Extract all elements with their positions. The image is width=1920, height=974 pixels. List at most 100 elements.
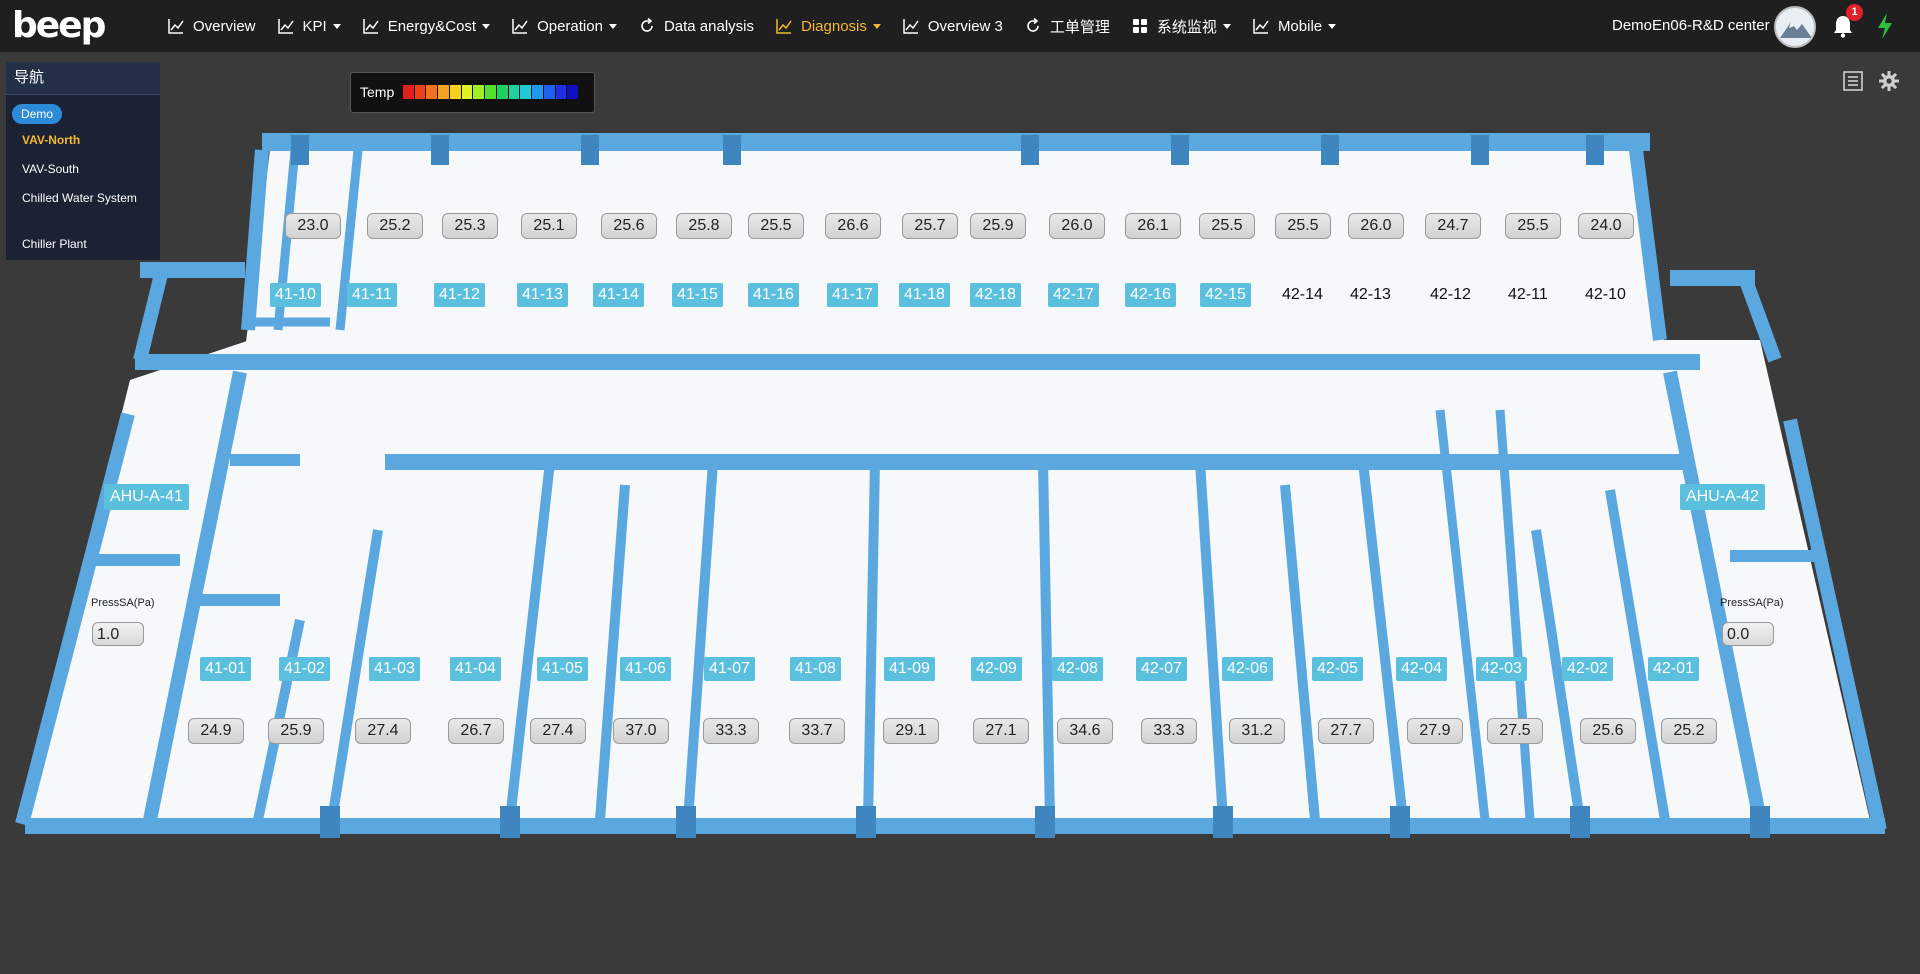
- room-temp-value: 26.7: [448, 718, 504, 744]
- wall-post-n-0: [291, 135, 309, 165]
- legend-label: Temp: [360, 84, 395, 100]
- floor-plan: [15, 133, 1887, 838]
- legend-swatch: [403, 85, 414, 99]
- room-label-42-15[interactable]: 42-15: [1200, 283, 1251, 307]
- wall-post-n-7: [1471, 135, 1489, 165]
- room-label-41-01[interactable]: 41-01: [200, 657, 251, 681]
- room-label-41-10[interactable]: 41-10: [270, 283, 321, 307]
- room-temp-value: 25.2: [367, 213, 423, 239]
- room-temp-value: 24.7: [1425, 213, 1481, 239]
- room-temp-value: 27.7: [1318, 718, 1374, 744]
- wall-post-n-5: [1171, 135, 1189, 165]
- room-label-42-09[interactable]: 42-09: [971, 657, 1022, 681]
- room-label-41-02[interactable]: 41-02: [279, 657, 330, 681]
- legend-swatch: [414, 85, 426, 99]
- room-temp-value: 37.0: [613, 718, 669, 744]
- room-label-42-02[interactable]: 42-02: [1562, 657, 1613, 681]
- room-label-41-18[interactable]: 41-18: [899, 283, 950, 307]
- room-temp-value: 27.5: [1487, 718, 1543, 744]
- room-label-42-03[interactable]: 42-03: [1476, 657, 1527, 681]
- legend-swatch: [543, 85, 555, 99]
- room-label-42-16[interactable]: 42-16: [1125, 283, 1176, 307]
- room-label-42-07[interactable]: 42-07: [1136, 657, 1187, 681]
- wall-post-n-1: [431, 135, 449, 165]
- room-label-41-03[interactable]: 41-03: [369, 657, 420, 681]
- legend-color-scale: [403, 85, 579, 99]
- pressure-label: PressSA(Pa): [1720, 597, 1784, 609]
- room-temp-value: 25.3: [442, 213, 498, 239]
- room-label-42-11[interactable]: 42-11: [1508, 283, 1548, 307]
- room-label-42-14[interactable]: 42-14: [1282, 283, 1323, 307]
- room-label-41-06[interactable]: 41-06: [620, 657, 671, 681]
- wall-post-n-2: [581, 135, 599, 165]
- room-temp-value: 25.5: [1199, 213, 1255, 239]
- room-temp-value: 24.0: [1578, 213, 1634, 239]
- room-label-41-09[interactable]: 41-09: [884, 657, 935, 681]
- legend-swatch: [461, 85, 473, 99]
- room-label-41-13[interactable]: 41-13: [517, 283, 568, 307]
- room-temp-value: 25.8: [676, 213, 732, 239]
- room-label-41-14[interactable]: 41-14: [593, 283, 644, 307]
- wall-post-7: [1570, 806, 1590, 838]
- room-temp-value: 25.9: [970, 213, 1026, 239]
- room-label-42-17[interactable]: 42-17: [1048, 283, 1099, 307]
- wall-post-8: [1750, 806, 1770, 838]
- room-label-41-17[interactable]: 41-17: [827, 283, 878, 307]
- pressure-value: 1.0: [92, 622, 144, 646]
- list-icon[interactable]: [1842, 70, 1864, 92]
- room-temp-value: 25.1: [521, 213, 577, 239]
- wall-post-n-4: [1021, 135, 1039, 165]
- temperature-legend: Temp: [350, 72, 595, 113]
- room-temp-value: 26.6: [825, 213, 881, 239]
- ahu-a-41-label[interactable]: AHU-A-41: [104, 484, 189, 510]
- room-label-42-18[interactable]: 42-18: [970, 283, 1021, 307]
- room-temp-value: 29.1: [883, 718, 939, 744]
- room-temp-value: 25.9: [268, 718, 324, 744]
- room-label-41-16[interactable]: 41-16: [748, 283, 799, 307]
- room-divider-6: [1038, 461, 1055, 821]
- gear-icon[interactable]: [1878, 70, 1900, 92]
- legend-swatch: [555, 85, 567, 99]
- legend-swatch: [473, 85, 485, 99]
- room-label-42-10[interactable]: 42-10: [1585, 283, 1626, 307]
- room-divider-5: [863, 461, 880, 821]
- wall-post-4: [1035, 806, 1055, 838]
- legend-swatch: [532, 85, 543, 99]
- legend-swatch: [496, 85, 508, 99]
- room-temp-value: 25.6: [1580, 718, 1636, 744]
- room-label-41-05[interactable]: 41-05: [537, 657, 588, 681]
- wall-post-1: [500, 806, 520, 838]
- room-label-41-08[interactable]: 41-08: [790, 657, 841, 681]
- room-label-42-06[interactable]: 42-06: [1222, 657, 1273, 681]
- room-temp-value: 33.7: [789, 718, 845, 744]
- legend-swatch: [567, 85, 579, 99]
- room-label-42-01[interactable]: 42-01: [1648, 657, 1699, 681]
- room-label-42-12[interactable]: 42-12: [1430, 283, 1471, 307]
- legend-swatch: [426, 85, 438, 99]
- room-label-41-04[interactable]: 41-04: [450, 657, 501, 681]
- room-label-41-12[interactable]: 41-12: [434, 283, 485, 307]
- north-wing-floor: [245, 150, 1665, 350]
- pressure-label: PressSA(Pa): [91, 597, 155, 609]
- room-label-41-15[interactable]: 41-15: [672, 283, 723, 307]
- room-label-41-11[interactable]: 41-11: [347, 283, 397, 307]
- room-label-42-13[interactable]: 42-13: [1350, 283, 1391, 307]
- wall-post-0: [320, 806, 340, 838]
- wall-post-n-8: [1586, 135, 1604, 165]
- room-temp-value: 24.9: [188, 718, 244, 744]
- ahu-a-42-label[interactable]: AHU-A-42: [1680, 484, 1765, 510]
- room-temp-value: 25.6: [601, 213, 657, 239]
- room-temp-value: 34.6: [1057, 718, 1113, 744]
- legend-swatch: [438, 85, 449, 99]
- room-label-42-08[interactable]: 42-08: [1052, 657, 1103, 681]
- room-temp-value: 25.7: [902, 213, 958, 239]
- legend-swatch: [508, 85, 520, 99]
- legend-swatch: [485, 85, 496, 99]
- room-label-42-04[interactable]: 42-04: [1396, 657, 1447, 681]
- wall-post-n-3: [723, 135, 741, 165]
- room-temp-value: 25.2: [1661, 718, 1717, 744]
- room-temp-value: 26.0: [1049, 213, 1105, 239]
- room-label-42-05[interactable]: 42-05: [1312, 657, 1363, 681]
- room-temp-value: 26.0: [1348, 213, 1404, 239]
- room-label-41-07[interactable]: 41-07: [704, 657, 755, 681]
